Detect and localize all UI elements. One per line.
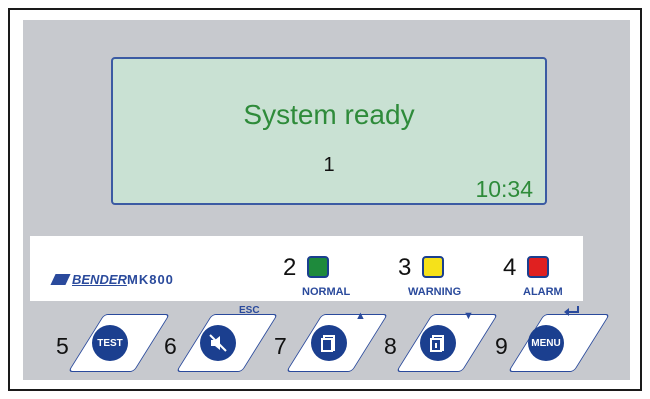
lcd-number: 1 bbox=[323, 154, 335, 176]
down-arrow-icon: ▼ bbox=[463, 310, 474, 322]
key-number: 8 bbox=[384, 333, 397, 359]
up-arrow-icon: ▲ bbox=[355, 310, 366, 322]
esc-label: ESC bbox=[239, 305, 260, 316]
key-number: 6 bbox=[164, 333, 177, 359]
normal-led bbox=[307, 256, 329, 278]
model-name: MK800 bbox=[127, 272, 174, 287]
bender-logo-icon bbox=[50, 274, 71, 285]
led-number: 4 bbox=[503, 254, 517, 281]
enter-icon bbox=[564, 306, 579, 316]
led-label: WARNING bbox=[408, 286, 462, 298]
led-number: 2 bbox=[283, 254, 297, 281]
led-label: ALARM bbox=[523, 286, 563, 298]
brand-logo: BENDER bbox=[50, 272, 127, 287]
page-icon[interactable] bbox=[311, 325, 347, 361]
lcd-time: 10:34 bbox=[475, 176, 533, 202]
key-number: 5 bbox=[56, 333, 69, 359]
page-info-icon[interactable] bbox=[420, 325, 456, 361]
menu-button-icon[interactable]: MENU bbox=[528, 325, 564, 361]
lcd-message: System ready bbox=[243, 99, 415, 130]
led-label: NORMAL bbox=[302, 286, 351, 298]
key-number: 7 bbox=[274, 333, 287, 359]
indicator-strip: BENDER MK800 2 NORMAL 3 WARNING 4 ALARM bbox=[30, 236, 583, 301]
led-number: 3 bbox=[398, 254, 412, 281]
test-button-icon[interactable]: TEST bbox=[92, 325, 128, 361]
alarm-led bbox=[527, 256, 549, 278]
key-number: 9 bbox=[495, 333, 508, 359]
warning-led bbox=[422, 256, 444, 278]
lcd-display: System ready 1 10:34 bbox=[111, 57, 547, 205]
brand-name: BENDER bbox=[72, 272, 127, 287]
mute-speaker-icon[interactable] bbox=[200, 325, 236, 361]
